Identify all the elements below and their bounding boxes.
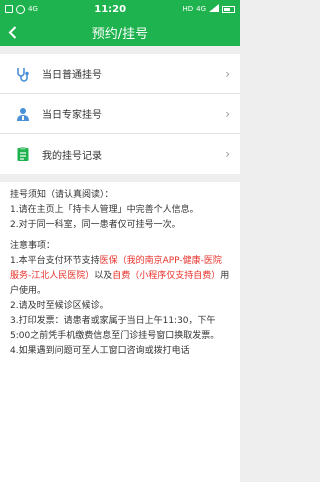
menu-item-label: 当日专家挂号: [42, 110, 102, 121]
chevron-left-icon: [8, 25, 16, 39]
notes-item1-mid: 以及: [94, 271, 113, 281]
notes-item1-self-pay: 自费（小程序仅支持自费）: [112, 271, 221, 281]
network-type-label: HD: [182, 5, 194, 13]
page-title: 预约/挂号: [91, 26, 149, 42]
notes-section1-item2: 2.对于同一科室，同一患者仅可挂号一次。: [10, 220, 181, 230]
chevron-right-icon: ›: [225, 147, 230, 161]
notes-section1-title: 挂号须知（请认真阅读）：: [10, 190, 114, 200]
stethoscope-icon: [14, 65, 32, 83]
clock: 11:20: [94, 3, 127, 15]
doctor-icon: [14, 105, 32, 123]
notes-section2-title: 注意事项：: [10, 241, 56, 251]
notes-section2-item4: 4.如果遇到问题可至人工窗口咨询或拨打电话: [10, 346, 190, 356]
notification-icon: [5, 5, 13, 13]
signal-left-label: 4G: [28, 5, 38, 13]
notes-section2-item1: 1.本平台支付环节支持医保（我的南京APP-健康-医院服务-江北人民医院）以及自…: [10, 254, 230, 299]
app-header: 预约/挂号: [0, 18, 240, 46]
notes-section2-item3: 3.打印发票：请患者或家属于当日上午11:30，下午5:00之前凭手机缴费信息至…: [10, 316, 220, 341]
chevron-right-icon: ›: [225, 66, 230, 81]
back-button[interactable]: [0, 18, 24, 46]
notes-item1-prefix: 1.本平台支付环节支持: [10, 256, 100, 266]
check-icon: [16, 4, 25, 14]
clipboard-icon: [14, 145, 32, 163]
menu-item-expert-registration[interactable]: 当日专家挂号 ›: [0, 94, 240, 134]
battery-icon: [222, 5, 235, 13]
menu-item-my-records[interactable]: 我的挂号记录 ›: [0, 134, 240, 174]
menu-item-label: 当日普通挂号: [42, 70, 102, 81]
status-bar: 4G 11:20 HD 4G: [0, 0, 240, 18]
signal-bars-icon: [209, 3, 219, 15]
notes-section2-item2: 2.请及时至候诊区候诊。: [10, 301, 109, 311]
chevron-right-icon: ›: [225, 106, 230, 121]
menu-item-general-registration[interactable]: 当日普通挂号 ›: [0, 54, 240, 94]
notes-section1-item1: 1.请在主页上「持卡人管理」中完善个人信息。: [10, 205, 199, 215]
menu-item-label: 我的挂号记录: [42, 150, 102, 162]
registration-notes: 挂号须知（请认真阅读）： 1.请在主页上「持卡人管理」中完善个人信息。 2.对于…: [0, 182, 240, 482]
signal-right-label: 4G: [196, 5, 206, 13]
registration-menu: 当日普通挂号 › 当日专家挂号 › 我的挂号记录 ›: [0, 54, 240, 174]
